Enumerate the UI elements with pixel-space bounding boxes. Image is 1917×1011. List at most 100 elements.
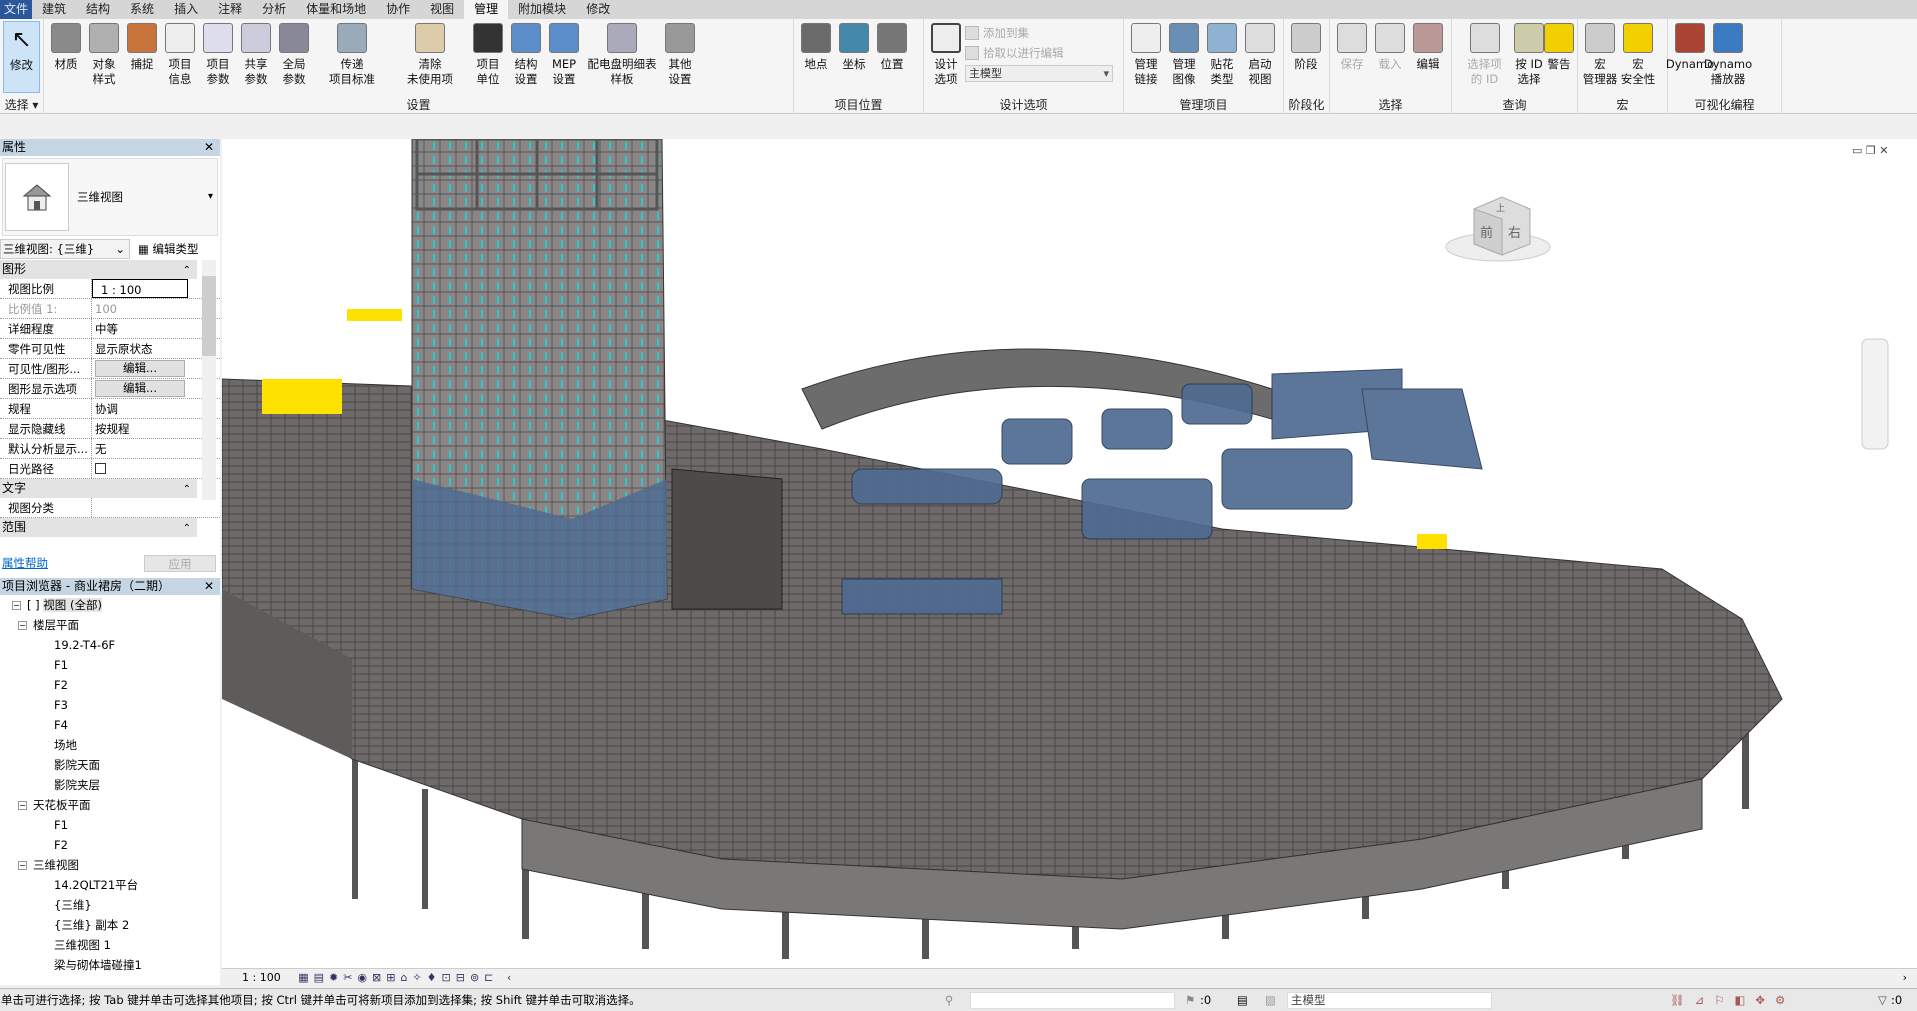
visual-programming-icon-1 (1713, 23, 1743, 53)
tab-0[interactable]: 文件 (0, 0, 33, 19)
tree-item[interactable]: F1 (0, 655, 220, 675)
tree-group[interactable]: − 天花板平面 (0, 795, 220, 815)
edit-button[interactable]: 编辑... (95, 380, 185, 397)
tab-10[interactable]: 管理 (464, 0, 509, 19)
tab-4[interactable]: 插入 (164, 0, 208, 19)
button-label: 对象 (92, 57, 116, 71)
tree-item[interactable]: 影院夹层 (0, 775, 220, 795)
selection-icon-1 (1375, 23, 1405, 53)
tree-root[interactable]: −[ ] 视图 (全部) (0, 595, 220, 615)
settings-icon-1 (89, 23, 119, 53)
tree-item[interactable]: 影院天面 (0, 755, 220, 775)
tree-item[interactable]: F4 (0, 715, 220, 735)
tree-item[interactable]: 场地 (0, 735, 220, 755)
group-design-options: 设计选项 添加到集 拾取以进行编辑 主模型 设计选项 (924, 19, 1124, 114)
add-icon (965, 26, 979, 40)
property-value[interactable]: 1 : 100 (92, 279, 188, 298)
button-label: 项目 (206, 57, 230, 71)
tree-group[interactable]: − 三维视图 (0, 855, 220, 875)
button-label: 参数 (282, 72, 306, 86)
button-label: 按 ID (1515, 57, 1543, 71)
button-label: 参数 (244, 72, 268, 86)
tree-item[interactable]: 梁与砌体墙碰撞1 (0, 955, 220, 975)
property-value[interactable]: 编辑... (92, 379, 188, 398)
viewcube-front[interactable]: 前 (1480, 225, 1493, 241)
worksets-icon[interactable]: ⚲ (945, 989, 953, 1011)
tree-item[interactable]: {三维} 副本 2 (0, 915, 220, 935)
property-value[interactable]: 无 (92, 439, 188, 458)
close-icon[interactable]: ✕ (204, 139, 214, 156)
property-value[interactable] (92, 459, 188, 478)
property-value[interactable]: 按规程 (92, 419, 188, 438)
properties-scrollbar[interactable] (202, 260, 216, 500)
category-graphics[interactable]: 图形 (0, 260, 197, 280)
house-icon (5, 163, 69, 231)
sun-path-checkbox[interactable] (95, 463, 106, 474)
tree-item[interactable]: 14.2QLT21平台 (0, 875, 220, 895)
ribbon: ↖ 修改 选择 ▾ 材质 对象 样式 捕捉 项目 信息 项目 参数 共享 参数 全局 参数 传递 项目标准清… (0, 19, 1917, 114)
filter-icon[interactable]: ▽ (1878, 989, 1887, 1011)
tree-group[interactable]: − 楼层平面 (0, 615, 220, 635)
settings-icon-11 (549, 23, 579, 53)
view-window-controls[interactable]: ▭ ❐ ✕ (1852, 144, 1888, 157)
tab-12[interactable]: 修改 (576, 0, 620, 19)
tree-item[interactable]: 三维视图 1 (0, 935, 220, 955)
design-options-icon[interactable]: ▤ (1237, 989, 1248, 1011)
property-row: 比例值 1: 100 (0, 299, 220, 319)
group-label[interactable]: 选择 ▾ (0, 96, 43, 113)
category-extents[interactable]: 范围 (0, 518, 197, 538)
3d-viewport[interactable]: 前 右 上 ▭ ❐ ✕ (222, 139, 1917, 968)
navigation-bar[interactable] (1861, 338, 1889, 450)
viewcube[interactable]: 前 右 上 (1445, 196, 1551, 262)
tab-8[interactable]: 协作 (376, 0, 420, 19)
property-value[interactable]: 编辑... (92, 359, 188, 378)
workset-select[interactable] (970, 992, 1175, 1009)
viewcube-right[interactable]: 右 (1508, 226, 1521, 241)
instance-selector[interactable]: 三维视图: {三维} ⌄ (0, 239, 130, 259)
tree-item[interactable]: F2 (0, 675, 220, 695)
design-option-select[interactable]: 主模型 (965, 65, 1113, 82)
button-label: 设置 (552, 72, 576, 86)
edit-type-button[interactable]: ▦ 编辑类型 (138, 241, 199, 257)
viewcube-top[interactable]: 上 (1496, 203, 1505, 214)
property-row: 规程 协调 (0, 399, 220, 419)
button-label: 宏 (1632, 57, 1644, 71)
scroll-right-icon[interactable]: › (1903, 969, 1907, 986)
view-control-icons[interactable]: ▦▤✹✂◉⊠⊞⌂✧♦⊡⊟⊚⊏ ‹ (298, 971, 516, 984)
tab-9[interactable]: 视图 (420, 0, 464, 19)
property-value: 100 (95, 302, 117, 316)
group-label: 项目位置 (834, 98, 883, 112)
tree-item[interactable]: F2 (0, 835, 220, 855)
tab-6[interactable]: 分析 (252, 0, 296, 19)
view-scale[interactable]: 1 : 100 (242, 971, 281, 984)
tree-item[interactable]: F3 (0, 695, 220, 715)
close-icon[interactable]: ✕ (204, 578, 214, 595)
button-label: 地点 (804, 57, 828, 71)
modify-button[interactable]: ↖ 修改 (3, 21, 40, 93)
exclude-options-icon[interactable]: ▨ (1265, 989, 1276, 1011)
editable-only-icon[interactable]: ⚑ (1185, 989, 1195, 1011)
button-label: 结构 (514, 57, 538, 71)
tab-7[interactable]: 体量和场地 (296, 0, 376, 19)
tree-item[interactable]: {三维} (0, 895, 220, 915)
selection-filter-icons[interactable]: ⛓⊿⚐◧✥⚙ (1670, 989, 1795, 1011)
building-model: 前 右 上 ▭ ❐ ✕ (222, 139, 1889, 959)
pick-to-edit-button[interactable]: 拾取以进行编辑 (965, 45, 1115, 61)
tab-1[interactable]: 建筑 (32, 0, 76, 19)
tab-2[interactable]: 结构 (76, 0, 120, 19)
tree-item[interactable]: 19.2-T4-6F (0, 635, 220, 655)
type-selector[interactable]: 三维视图 ▾ (2, 158, 218, 236)
property-value[interactable]: 协调 (92, 399, 188, 418)
apply-button[interactable]: 应用 (144, 554, 216, 572)
tab-3[interactable]: 系统 (120, 0, 164, 19)
active-design-option-select[interactable]: 主模型 (1287, 992, 1492, 1009)
properties-help-link[interactable]: 属性帮助 (2, 555, 48, 571)
tab-5[interactable]: 注释 (208, 0, 252, 19)
edit-button[interactable]: 编辑... (95, 360, 185, 377)
property-name: 零件可见性 (0, 339, 92, 358)
add-to-set-button[interactable]: 添加到集 (965, 25, 1115, 41)
tree-item[interactable]: F1 (0, 815, 220, 835)
category-text[interactable]: 文字 (0, 479, 197, 499)
edit-type-icon: ▦ (138, 242, 149, 256)
tab-11[interactable]: 附加模块 (508, 0, 576, 19)
